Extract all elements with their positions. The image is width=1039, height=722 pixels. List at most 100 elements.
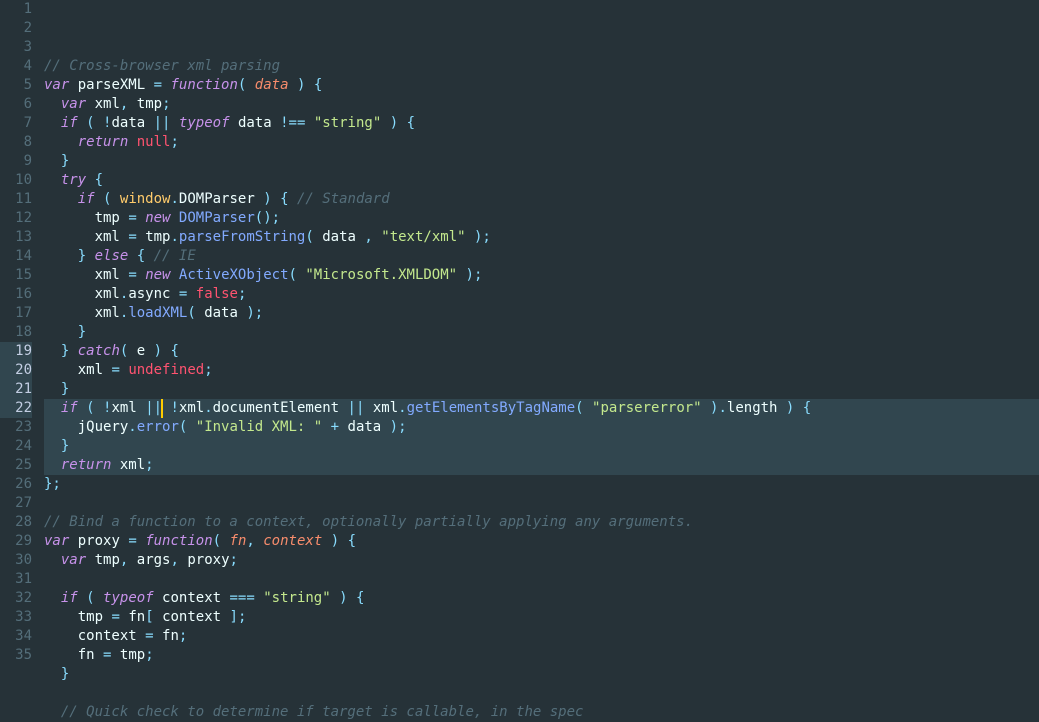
line-number: 9 [0, 152, 32, 171]
token-op: { [348, 533, 356, 549]
code-area[interactable]: // Cross-browser xml parsing var parseXML… [44, 0, 1039, 664]
token-op: ; [238, 286, 246, 302]
token-var: proxy [187, 552, 229, 568]
code-line[interactable]: } [44, 437, 1039, 456]
token-white [289, 77, 297, 93]
token-str: "text/xml" [381, 229, 465, 245]
token-kw: if [61, 590, 78, 606]
code-line[interactable]: xml = tmp.parseFromString( data , "text/… [44, 228, 1039, 247]
code-line[interactable]: } [44, 665, 1039, 684]
line-number: 25 [0, 456, 32, 475]
token-white [44, 590, 61, 606]
code-line[interactable]: // Cross-browser xml parsing [44, 57, 1039, 76]
code-line[interactable]: xml = new ActiveXObject( "Microsoft.XMLD… [44, 266, 1039, 285]
token-op: || [348, 400, 365, 416]
code-line[interactable]: } [44, 152, 1039, 171]
token-var: args [137, 552, 171, 568]
token-fn: error [137, 419, 179, 435]
code-line[interactable]: tmp = new DOMParser(); [44, 209, 1039, 228]
code-line[interactable]: fn = tmp; [44, 646, 1039, 665]
token-op: ; [145, 647, 153, 663]
token-var: context [162, 609, 221, 625]
token-prop: window [120, 191, 171, 207]
code-line[interactable]: // Quick check to determine if target is… [44, 703, 1039, 722]
token-op: === [230, 590, 255, 606]
code-line[interactable]: tmp = fn[ context ]; [44, 608, 1039, 627]
line-number: 4 [0, 57, 32, 76]
code-line[interactable]: if ( window.DOMParser ) { // Standard [44, 190, 1039, 209]
code-line[interactable]: var xml, tmp; [44, 95, 1039, 114]
token-white [44, 438, 61, 454]
token-op: ( [86, 590, 94, 606]
token-op: ; [204, 362, 212, 378]
token-var: xml [111, 400, 136, 416]
line-number: 24 [0, 437, 32, 456]
code-line[interactable]: if ( !xml || !xml.documentElement || xml… [44, 399, 1039, 418]
token-op: !== [280, 115, 305, 131]
code-line[interactable]: } else { // IE [44, 247, 1039, 266]
token-op: { [803, 400, 811, 416]
token-kw: new [145, 210, 170, 226]
line-number: 14 [0, 247, 32, 266]
token-white [777, 400, 785, 416]
token-fn: ActiveXObject [179, 267, 289, 283]
code-editor[interactable]: 1234567891011121314151617181920212223242… [0, 0, 1039, 664]
code-line[interactable]: jQuery.error( "Invalid XML: " + data ); [44, 418, 1039, 437]
token-op: , [170, 552, 178, 568]
code-line[interactable]: if ( typeof context === "string" ) { [44, 589, 1039, 608]
token-white [145, 77, 153, 93]
code-line[interactable]: return xml; [44, 456, 1039, 475]
token-cmt: // Cross-browser xml parsing [44, 58, 280, 74]
token-var: documentElement [213, 400, 339, 416]
token-white [272, 115, 280, 131]
code-line[interactable]: var tmp, args, proxy; [44, 551, 1039, 570]
token-white [305, 77, 313, 93]
token-white [44, 286, 95, 302]
token-white [44, 400, 61, 416]
code-line[interactable]: // Bind a function to a context, optiona… [44, 513, 1039, 532]
token-str: "parsererror" [592, 400, 702, 416]
token-white [78, 115, 86, 131]
code-line[interactable]: var proxy = function( fn, context ) { [44, 532, 1039, 551]
code-line[interactable]: }; [44, 475, 1039, 494]
token-white [44, 609, 78, 625]
token-var: proxy [78, 533, 120, 549]
token-op: = [128, 229, 136, 245]
token-white [86, 552, 94, 568]
token-white [44, 305, 95, 321]
code-line[interactable]: var parseXML = function( data ) { [44, 76, 1039, 95]
token-op: . [398, 400, 406, 416]
token-white [44, 248, 78, 264]
token-op: } [61, 438, 69, 454]
code-line[interactable]: context = fn; [44, 627, 1039, 646]
token-var: data [238, 115, 272, 131]
token-white [272, 191, 280, 207]
code-line[interactable]: xml = undefined; [44, 361, 1039, 380]
token-op: || [145, 400, 162, 416]
code-line[interactable] [44, 684, 1039, 703]
code-line[interactable]: } [44, 323, 1039, 342]
token-op: = [145, 628, 153, 644]
code-line[interactable]: xml.async = false; [44, 285, 1039, 304]
code-line[interactable]: xml.loadXML( data ); [44, 304, 1039, 323]
token-op: { [280, 191, 288, 207]
token-white [221, 533, 229, 549]
line-number: 13 [0, 228, 32, 247]
code-line[interactable] [44, 570, 1039, 589]
token-white [137, 210, 145, 226]
token-white [289, 191, 297, 207]
code-line[interactable] [44, 494, 1039, 513]
code-line[interactable]: } catch( e ) { [44, 342, 1039, 361]
code-line[interactable]: } [44, 380, 1039, 399]
code-line[interactable]: if ( !data || typeof data !== "string" )… [44, 114, 1039, 133]
code-line[interactable]: try { [44, 171, 1039, 190]
token-kw: new [145, 267, 170, 283]
line-number: 30 [0, 551, 32, 570]
token-op: { [314, 77, 322, 93]
token-op: } [61, 153, 69, 169]
line-number: 28 [0, 513, 32, 532]
token-white [111, 457, 119, 473]
line-number: 8 [0, 133, 32, 152]
code-line[interactable]: return null; [44, 133, 1039, 152]
token-var: xml [78, 362, 103, 378]
